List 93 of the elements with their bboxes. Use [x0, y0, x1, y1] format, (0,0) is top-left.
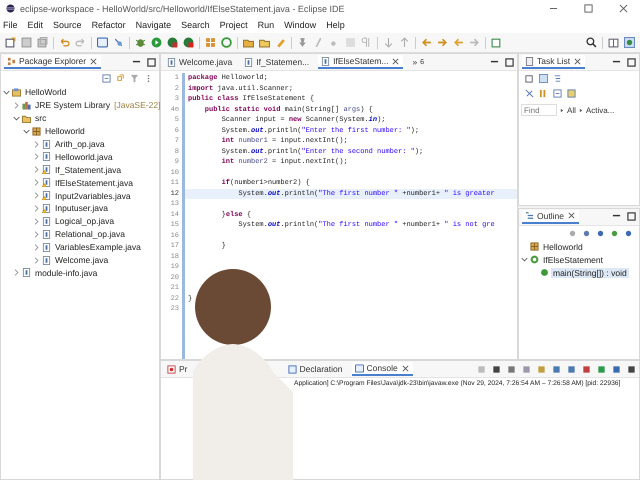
panel-tab[interactable]: Welcome.java	[164, 56, 236, 68]
scheduled-icon[interactable]	[553, 74, 562, 83]
menu-item[interactable]: Refactor	[92, 20, 126, 30]
next-annotation-icon[interactable]	[383, 37, 394, 48]
java-file-icon	[167, 58, 176, 66]
tree-item[interactable]: IfElseStatement.java	[53, 178, 135, 188]
panel-tab[interactable]: Declaration	[284, 363, 346, 375]
tree-item[interactable]: Arith_op.java	[53, 139, 107, 149]
menu-item[interactable]: Project	[220, 20, 248, 30]
outline-icon	[525, 211, 534, 220]
outline-item[interactable]: Helloworld	[541, 242, 585, 252]
close-icon[interactable]	[566, 211, 576, 220]
new-window-icon[interactable]	[491, 37, 502, 48]
filter-icon[interactable]	[130, 74, 139, 83]
tree-item[interactable]: module-info.java	[33, 268, 100, 278]
debug-bug-icon[interactable]	[135, 37, 146, 48]
panel-tab[interactable]: Package Explorer	[4, 55, 102, 69]
tree-item[interactable]: HelloWorld	[23, 87, 68, 98]
close-icon[interactable]	[573, 56, 582, 66]
panel-tab[interactable]: If_Statemen...	[241, 56, 312, 68]
tree-item[interactable]: Relational_op.java	[53, 229, 127, 240]
tree-item[interactable]: Welcome.java	[53, 255, 110, 266]
java-file-icon	[244, 58, 254, 66]
pencil-icon[interactable]	[275, 37, 286, 48]
close-icon[interactable]	[89, 56, 98, 66]
method-icon	[540, 268, 549, 278]
tree-item[interactable]: Inputuser.java	[53, 203, 110, 214]
menu-item[interactable]: Help	[326, 20, 345, 30]
panel-tab[interactable]: IfElseStatem...	[318, 55, 404, 69]
previous-annotation-icon[interactable]	[399, 37, 410, 48]
tree-item[interactable]: JRE System Library	[33, 100, 112, 110]
menu-item[interactable]: Source	[53, 20, 82, 30]
menu-item[interactable]: Run	[258, 20, 274, 30]
menu-item[interactable]: Navigate	[136, 20, 172, 30]
open-perspective-icon[interactable]	[608, 37, 619, 48]
run-icon[interactable]	[151, 37, 162, 48]
java-file-icon	[321, 56, 330, 66]
skip-breakpoints-icon[interactable]	[113, 37, 124, 48]
tree-item[interactable]: src	[33, 113, 48, 124]
tree-item[interactable]: If_Statement.java	[53, 164, 124, 175]
source-folder-icon	[22, 114, 31, 123]
package-explorer-icon	[7, 56, 16, 66]
find-field[interactable]: Find	[521, 104, 557, 116]
folder-icon[interactable]	[259, 37, 270, 48]
menu-item[interactable]: File	[3, 20, 18, 30]
menu-item[interactable]: Window	[284, 20, 316, 30]
filter-icon[interactable]	[525, 89, 534, 98]
grid-icon[interactable]	[205, 37, 216, 48]
close-icon[interactable]	[619, 4, 628, 13]
back-arrow-icon[interactable]	[421, 37, 432, 48]
close-icon[interactable]	[400, 364, 410, 372]
package-icon	[32, 126, 41, 136]
package-icon	[530, 242, 539, 252]
refresh-icon[interactable]	[221, 37, 232, 48]
close-icon[interactable]	[391, 56, 400, 66]
library-version-label: [JavaSE-22]	[114, 100, 160, 110]
terminal-icon[interactable]	[97, 37, 108, 48]
project-folder-icon	[12, 88, 21, 97]
search-icon[interactable]	[586, 37, 597, 48]
outline-item[interactable]: IfElseStatement	[541, 254, 606, 265]
save-all-icon[interactable]	[37, 37, 48, 48]
panel-tab[interactable]: Outline	[522, 210, 579, 224]
menu-item[interactable]: Search	[181, 20, 210, 30]
open-folder-icon[interactable]	[243, 37, 254, 48]
eclipse-logo-icon	[6, 4, 15, 13]
tree-item[interactable]: Input2variables.java	[53, 190, 133, 201]
filter-link[interactable]: Activa...	[586, 106, 614, 114]
tree-item[interactable]: Helloworld.java	[53, 152, 115, 162]
collapse-all-icon[interactable]	[553, 89, 562, 98]
panel-tab[interactable]: Pr	[164, 363, 190, 375]
filter-link[interactable]: All	[567, 106, 576, 114]
window-title: eclipse-workspace - HelloWorld/src/Helloworld/IfElseStatement.java - Eclipse IDE	[20, 4, 346, 14]
new-file-icon[interactable]	[5, 37, 16, 48]
back-arrow-icon[interactable]	[453, 37, 464, 48]
undo-arrow-icon[interactable]	[59, 37, 70, 48]
console-icon	[354, 364, 364, 372]
class-icon	[530, 255, 539, 264]
panel-tab[interactable]: Task List	[522, 55, 586, 69]
problems-icon	[167, 364, 176, 374]
save-icon[interactable]	[21, 37, 32, 48]
menu-item[interactable]: Edit	[28, 20, 44, 30]
panel-tab[interactable]: Console	[352, 362, 413, 376]
tree-item[interactable]: VariablesExample.java	[53, 242, 143, 252]
java-perspective-icon[interactable]	[624, 37, 635, 48]
tree-item[interactable]: Helloworld	[43, 126, 87, 136]
task-list-icon	[525, 56, 534, 66]
outline-item[interactable]: main(String[]) : void	[551, 268, 629, 278]
library-icon	[22, 100, 31, 110]
collapse-all-icon[interactable]	[102, 74, 111, 83]
forward-arrow-icon[interactable]	[437, 37, 448, 48]
tree-item[interactable]: Logical_op.java	[53, 216, 116, 226]
declaration-icon	[288, 364, 296, 374]
link-editor-icon[interactable]	[116, 74, 125, 83]
